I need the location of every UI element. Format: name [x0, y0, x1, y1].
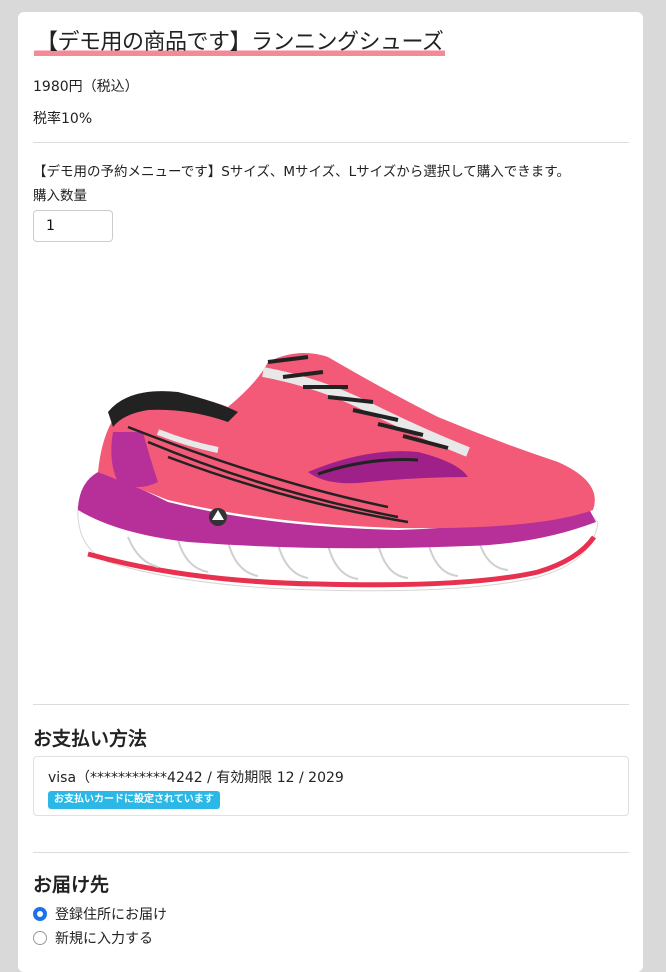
- divider: [33, 852, 629, 853]
- divider: [33, 142, 629, 143]
- tax-rate: 税率10%: [33, 111, 93, 127]
- product-card: 【デモ用の商品です】ランニングシューズ 1980円（税込） 税率10% 【デモ用…: [18, 12, 643, 972]
- payment-default-badge: お支払いカードに設定されています: [48, 791, 220, 809]
- delivery-option-label: 登録住所にお届け: [55, 907, 167, 923]
- divider: [33, 704, 629, 705]
- delivery-option-registered[interactable]: 登録住所にお届け: [33, 904, 167, 924]
- payment-card-box[interactable]: visa（***********4242 / 有効期限 12 / 2029 お支…: [33, 756, 629, 816]
- radio-selected-icon[interactable]: [33, 907, 47, 921]
- radio-unselected-icon[interactable]: [33, 931, 47, 945]
- product-title: 【デモ用の商品です】ランニングシューズ: [34, 26, 446, 60]
- delivery-option-new[interactable]: 新規に入力する: [33, 928, 153, 948]
- payment-card-text: visa（***********4242 / 有効期限 12 / 2029: [48, 770, 344, 786]
- product-description: 【デモ用の予約メニューです】Sサイズ、Mサイズ、Lサイズから選択して購入できます…: [33, 164, 570, 180]
- delivery-section-title: お届け先: [33, 874, 110, 896]
- title-wrap: 【デモ用の商品です】ランニングシューズ: [34, 26, 446, 60]
- quantity-input[interactable]: 1: [33, 210, 113, 242]
- product-price: 1980円（税込）: [33, 79, 139, 95]
- running-shoe-image: [77, 353, 599, 592]
- payment-section-title: お支払い方法: [33, 728, 148, 750]
- delivery-option-label: 新規に入力する: [55, 931, 153, 947]
- quantity-label: 購入数量: [33, 188, 87, 204]
